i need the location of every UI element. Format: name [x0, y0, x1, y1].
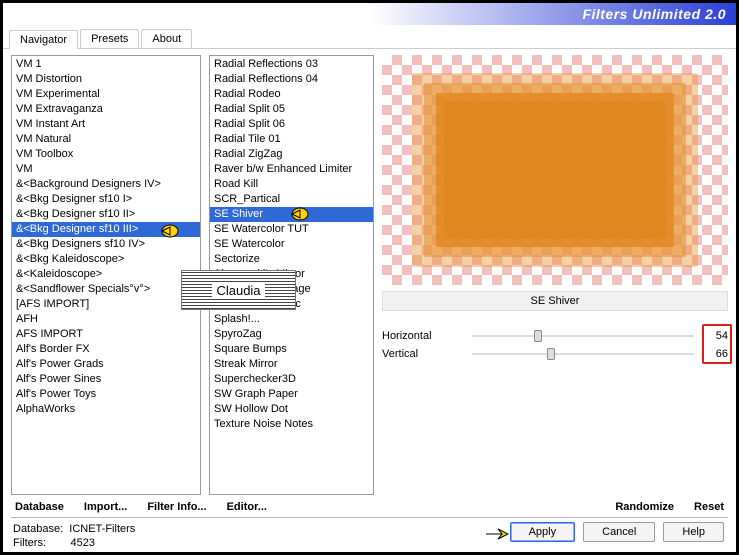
list-item[interactable]: &<Bkg Kaleidoscope>: [12, 252, 200, 267]
list-item[interactable]: Square Bumps: [210, 342, 373, 357]
footer-buttons: Apply Cancel Help: [510, 518, 736, 552]
list-item[interactable]: [AFS IMPORT]: [12, 297, 200, 312]
list-item[interactable]: Sectorize: [210, 252, 373, 267]
list-item[interactable]: SCR_Partical: [210, 192, 373, 207]
list-item[interactable]: AlphaWorks: [12, 402, 200, 417]
spacer: [287, 501, 595, 513]
list-item[interactable]: &<Bkg Designer sf10 II>: [12, 207, 200, 222]
list-item[interactable]: Raver b/w Enhanced Limiter: [210, 162, 373, 177]
list-item[interactable]: Radial Tile 01: [210, 132, 373, 147]
preview-image: [382, 55, 728, 285]
list-item[interactable]: Streak Mirror: [210, 357, 373, 372]
list-item[interactable]: VM 1: [12, 57, 200, 72]
list-item[interactable]: VM Extravaganza: [12, 102, 200, 117]
app-title: Filters Unlimited 2.0: [582, 6, 726, 22]
filter-column: Radial Reflections 03Radial Reflections …: [209, 55, 374, 495]
list-item[interactable]: &<Kaleidoscope>: [12, 267, 200, 282]
link-randomize[interactable]: Randomize: [615, 501, 674, 513]
list-item[interactable]: Road Kill: [210, 177, 373, 192]
list-item[interactable]: Alf's Power Sines: [12, 372, 200, 387]
link-row: Database Import... Filter Info... Editor…: [3, 497, 736, 517]
list-item[interactable]: Splash!...: [210, 312, 373, 327]
param-horizontal: Horizontal 54: [382, 327, 728, 345]
link-filter-info[interactable]: Filter Info...: [147, 501, 206, 513]
cancel-button[interactable]: Cancel: [583, 522, 655, 542]
list-item[interactable]: Radial Split 06: [210, 117, 373, 132]
list-item[interactable]: Radial ZigZag: [210, 147, 373, 162]
tab-navigator[interactable]: Navigator: [9, 30, 78, 49]
tab-about[interactable]: About: [141, 29, 192, 48]
list-item[interactable]: SE Watercolor TUT: [210, 222, 373, 237]
list-item[interactable]: Radial Reflections 03: [210, 57, 373, 72]
help-button[interactable]: Help: [663, 522, 724, 542]
selected-filter-label: SE Shiver: [382, 291, 728, 311]
list-item[interactable]: SE Watercolor: [210, 237, 373, 252]
watermark-text: Claudia: [212, 283, 264, 298]
list-item[interactable]: &<Bkg Designer sf10 I>: [12, 192, 200, 207]
slider-vertical[interactable]: [472, 353, 694, 355]
param-value: 66: [704, 348, 728, 360]
tab-bar: Navigator Presets About: [3, 25, 736, 49]
param-value: 54: [704, 330, 728, 342]
list-item[interactable]: Alf's Power Grads: [12, 357, 200, 372]
watermark-badge: Claudia: [181, 270, 296, 310]
list-item[interactable]: VM Toolbox: [12, 147, 200, 162]
tab-presets[interactable]: Presets: [80, 29, 139, 48]
list-item[interactable]: &<Background Designers IV>: [12, 177, 200, 192]
list-item[interactable]: AFH: [12, 312, 200, 327]
list-item[interactable]: Alf's Border FX: [12, 342, 200, 357]
status-db-label: Database:: [13, 523, 63, 535]
app-window: Filters Unlimited 2.0 Navigator Presets …: [0, 0, 739, 555]
main-body: VM 1VM DistortionVM ExperimentalVM Extra…: [3, 49, 736, 497]
preview-panel: SE Shiver Horizontal 54 Vertical 66: [382, 55, 728, 495]
list-item[interactable]: VM Distortion: [12, 72, 200, 87]
titlebar: Filters Unlimited 2.0: [3, 3, 736, 25]
list-item[interactable]: VM Instant Art: [12, 117, 200, 132]
status-bar: Database: ICNET-Filters Filters: 4523: [3, 518, 510, 552]
list-item[interactable]: VM Natural: [12, 132, 200, 147]
slider-horizontal[interactable]: [472, 335, 694, 337]
preview-layer: [444, 101, 666, 239]
list-item[interactable]: SW Graph Paper: [210, 387, 373, 402]
list-item[interactable]: VM: [12, 162, 200, 177]
list-item[interactable]: Texture Noise Notes: [210, 417, 373, 432]
list-item[interactable]: Superchecker3D: [210, 372, 373, 387]
list-item[interactable]: SW Hollow Dot: [210, 402, 373, 417]
list-item[interactable]: SE Shiver: [210, 207, 373, 222]
list-item[interactable]: AFS IMPORT: [12, 327, 200, 342]
list-item[interactable]: Alf's Power Toys: [12, 387, 200, 402]
link-editor[interactable]: Editor...: [227, 501, 267, 513]
param-label: Horizontal: [382, 330, 462, 342]
status-db-value: ICNET-Filters: [69, 523, 135, 535]
list-item[interactable]: VM Experimental: [12, 87, 200, 102]
param-vertical: Vertical 66: [382, 345, 728, 363]
category-list[interactable]: VM 1VM DistortionVM ExperimentalVM Extra…: [11, 55, 201, 495]
list-item[interactable]: &<Bkg Designers sf10 IV>: [12, 237, 200, 252]
list-item[interactable]: Radial Rodeo: [210, 87, 373, 102]
list-item[interactable]: Radial Reflections 04: [210, 72, 373, 87]
parameter-list: Horizontal 54 Vertical 66: [382, 327, 728, 363]
link-database[interactable]: Database: [15, 501, 64, 513]
list-item[interactable]: &<Bkg Designer sf10 III>: [12, 222, 200, 237]
param-label: Vertical: [382, 348, 462, 360]
slider-thumb[interactable]: [547, 348, 555, 360]
list-item[interactable]: Radial Split 05: [210, 102, 373, 117]
status-filters-label: Filters:: [13, 537, 46, 549]
link-import[interactable]: Import...: [84, 501, 127, 513]
list-item[interactable]: SpyroZag: [210, 327, 373, 342]
list-item[interactable]: &<Sandflower Specials°v°>: [12, 282, 200, 297]
apply-button[interactable]: Apply: [510, 522, 576, 542]
category-column: VM 1VM DistortionVM ExperimentalVM Extra…: [11, 55, 201, 495]
status-filters-value: 4523: [70, 537, 94, 549]
selected-filter-text: SE Shiver: [531, 295, 580, 307]
link-reset[interactable]: Reset: [694, 501, 724, 513]
slider-thumb[interactable]: [534, 330, 542, 342]
